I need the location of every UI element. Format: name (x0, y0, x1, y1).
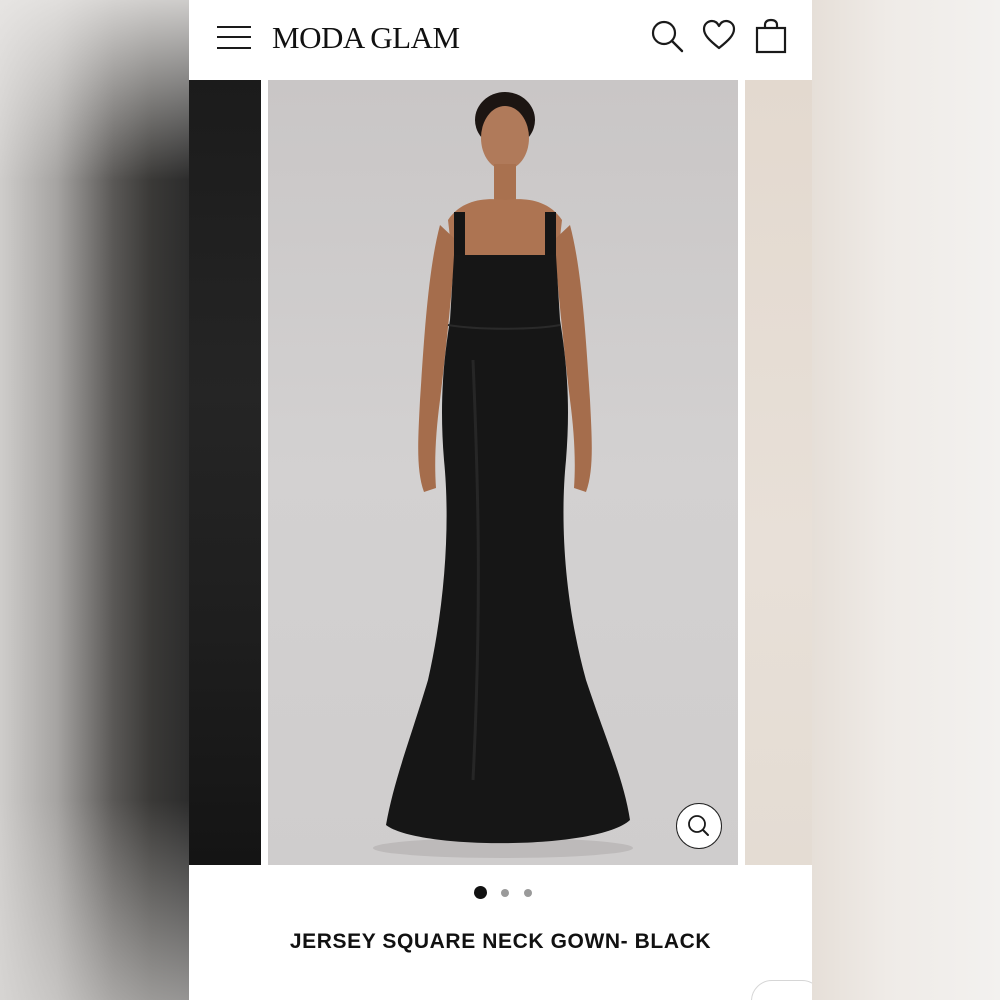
shopping-bag-icon[interactable] (753, 18, 789, 54)
brand-logo[interactable]: MODA GLAM (272, 20, 460, 56)
product-title: JERSEY SQUARE NECK GOWN- BLACK (289, 930, 712, 953)
blurred-background-right (812, 0, 1000, 1000)
gallery-slide-previous[interactable] (189, 80, 261, 865)
menu-icon[interactable] (217, 22, 253, 50)
zoom-button[interactable] (676, 803, 722, 849)
magnifier-icon (688, 815, 709, 836)
site-header: MODA GLAM (189, 0, 812, 80)
gallery-pagination (189, 886, 812, 900)
product-image[interactable] (268, 80, 738, 865)
heart-icon[interactable] (701, 18, 737, 54)
pagination-dot[interactable] (501, 889, 509, 897)
gallery-slide-next[interactable] (745, 80, 812, 865)
pagination-dot-active[interactable] (474, 886, 487, 899)
gown-model-illustration (373, 92, 633, 858)
search-icon[interactable] (649, 18, 685, 54)
blurred-background-left (0, 0, 189, 1000)
chat-widget-button[interactable] (751, 980, 812, 1000)
mobile-screen: MODA GLAM JERSEY SQUARE NECK GOWN- BLACK (189, 0, 812, 1000)
pagination-dot[interactable] (524, 889, 532, 897)
